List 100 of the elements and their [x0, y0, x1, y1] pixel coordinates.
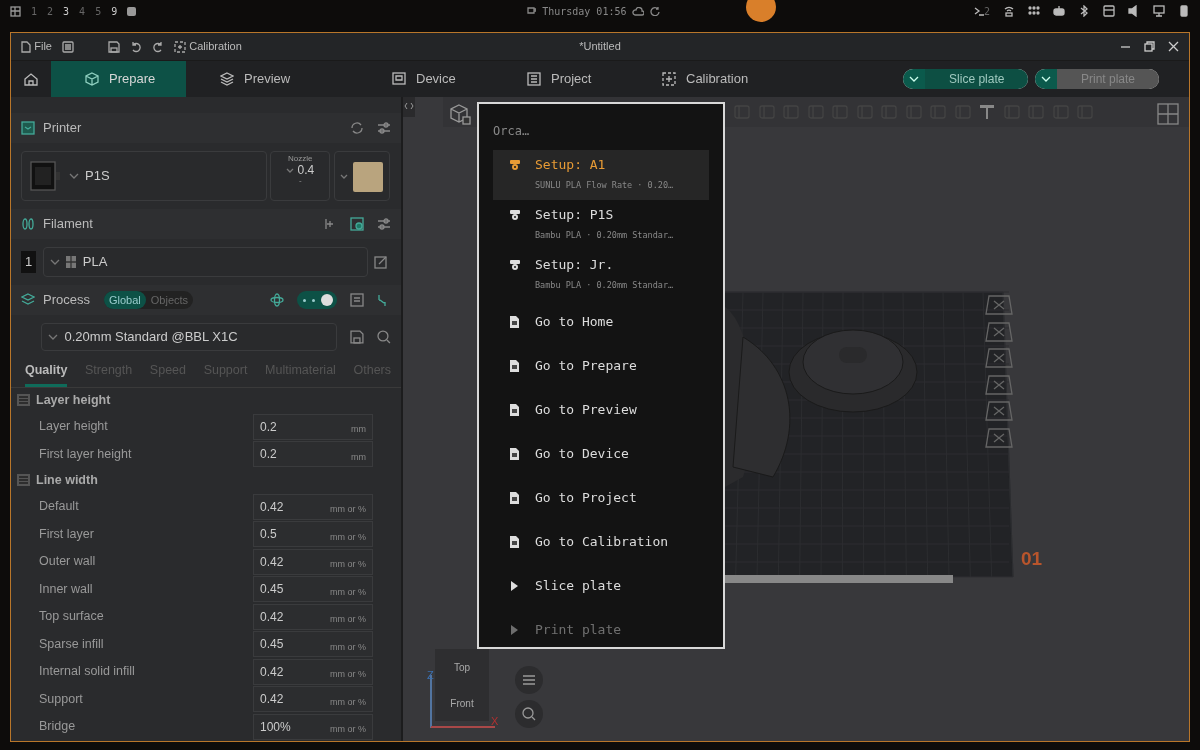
setting-field[interactable]: 0.45 mm or %: [253, 631, 373, 657]
bluetooth-icon[interactable]: [1078, 5, 1090, 17]
document-icon: [509, 492, 521, 504]
setting-field[interactable]: 0.42 mm or %: [253, 548, 373, 575]
preset-selector[interactable]: 0.20mm Standard @BBL X1C: [41, 323, 338, 351]
plate-tool-icon[interactable]: [985, 427, 1013, 448]
menu-button[interactable]: [515, 666, 543, 694]
palette-item[interactable]: Print plate: [493, 608, 709, 647]
plate-tool-icon[interactable]: [985, 348, 1013, 368]
setting-field[interactable]: 0.42 mm or %: [253, 493, 373, 520]
setting-label: Sparse infill: [39, 635, 105, 653]
workspace-button[interactable]: 1: [31, 3, 38, 19]
setting-field[interactable]: 0.2 mm: [253, 413, 373, 440]
tab[interactable]: Project: [493, 61, 628, 97]
list-icon[interactable]: [62, 40, 74, 53]
terminal-count: 2: [983, 4, 990, 19]
setting-label: First layer height: [39, 445, 133, 463]
tab[interactable]: Prepare: [51, 61, 186, 97]
setting-field[interactable]: 100% mm or %: [253, 713, 373, 740]
apps-icon[interactable]: [1028, 5, 1040, 17]
battery-icon[interactable]: [1178, 5, 1190, 17]
document-icon: [509, 316, 521, 328]
plate-tool-icon[interactable]: [985, 295, 1013, 315]
monitor-icon: [392, 72, 406, 86]
save-icon[interactable]: [350, 330, 365, 344]
edit-icon[interactable]: [374, 255, 389, 269]
plate-tool-icon[interactable]: [985, 401, 1013, 421]
palette-item[interactable]: Go to Preview: [493, 388, 709, 432]
palette-title: Orca…: [493, 123, 530, 140]
swatch-icon: [66, 256, 77, 268]
setting-label: Top surface: [39, 608, 105, 626]
palette-item[interactable]: Go to Calibration: [493, 520, 709, 564]
file-menu[interactable]: File: [21, 38, 52, 55]
setting-label: Layer height: [39, 418, 109, 436]
sync-icon[interactable]: [350, 121, 364, 135]
tab[interactable]: Calibration: [628, 61, 763, 97]
text-tool-icon[interactable]: [978, 103, 996, 121]
settings-tab[interactable]: Quality: [25, 359, 68, 387]
setting-label: Outer wall: [39, 553, 97, 571]
setting-label: Bridge: [39, 718, 77, 736]
search-button[interactable]: [515, 700, 543, 728]
chevron-icon: [49, 259, 60, 265]
plate-tool-icon[interactable]: [985, 374, 1013, 395]
action-button[interactable]: Slice plate: [903, 69, 1029, 89]
window-icon[interactable]: [1103, 5, 1115, 17]
sliders-icon[interactable]: [377, 217, 391, 231]
plate-number: 01: [1021, 547, 1043, 571]
palette-item[interactable]: Setup: P1S Bambu PLA · 0.20mm Standar…: [493, 200, 709, 250]
puzzle-icon[interactable]: [1157, 103, 1179, 125]
palette-item[interactable]: Go to Project: [493, 476, 709, 520]
setting-field[interactable]: 0.5 mm or %: [253, 521, 373, 547]
chevron-icon: [68, 173, 79, 179]
undo-icon[interactable]: [130, 40, 142, 53]
setting-field[interactable]: 0.45 mm or %: [253, 576, 373, 602]
close-icon[interactable]: [1168, 41, 1179, 52]
sliders-icon[interactable]: [377, 121, 391, 135]
palette-item[interactable]: Setup: A1 SUNLU PLA Flow Rate · 0.20…: [493, 150, 709, 200]
filament-selector[interactable]: PLA: [42, 247, 368, 277]
nozzle-selector[interactable]: Nozzle 0.4 -: [270, 151, 331, 201]
add-cube-icon[interactable]: [449, 103, 471, 125]
setting-field[interactable]: 0.42 mm or %: [253, 658, 373, 685]
view-cube[interactable]: Top Front: [435, 649, 489, 721]
palette-item[interactable]: Slice plate: [493, 564, 709, 608]
palette-item[interactable]: Go to Prepare: [493, 344, 709, 388]
plate-tool-icon[interactable]: [985, 321, 1013, 342]
list-icon[interactable]: [350, 293, 364, 307]
setting-field[interactable]: 0.42 mm or %: [253, 603, 373, 630]
speaker-icon[interactable]: [1128, 5, 1140, 17]
setting-field[interactable]: 0.2 mm: [253, 441, 373, 467]
plate-selector[interactable]: [333, 151, 390, 201]
tab[interactable]: Preview: [186, 61, 358, 97]
tab[interactable]: Device: [358, 61, 493, 97]
save-icon[interactable]: [108, 40, 120, 53]
palette-item[interactable]: Setup: Jr. Bambu PLA · 0.20mm Standar…: [493, 250, 709, 300]
printer-selector[interactable]: P1S: [21, 151, 267, 201]
setting-label: Inner wall: [39, 580, 94, 598]
search-icon[interactable]: [377, 330, 391, 344]
home-icon[interactable]: [24, 72, 38, 86]
workspace-button[interactable]: 9: [111, 3, 118, 19]
advanced-switch[interactable]: [297, 291, 337, 309]
calibration-button[interactable]: Calibration: [174, 38, 242, 55]
workspace-button[interactable]: 3: [63, 3, 70, 19]
group-icon: [17, 394, 30, 407]
restore-icon[interactable]: [1144, 41, 1155, 52]
setting-field[interactable]: 0.42 mm or %: [253, 686, 373, 712]
spool-icon: [21, 217, 35, 231]
section-title: Filament: [43, 215, 93, 234]
redo-icon[interactable]: [152, 40, 164, 53]
palette-item[interactable]: Go to Home: [493, 300, 709, 344]
group-title: Layer height: [36, 391, 111, 409]
square-icon: [127, 6, 137, 16]
router-icon[interactable]: [1003, 5, 1015, 17]
menu-icon: [522, 674, 536, 686]
monitor-icon[interactable]: [1153, 5, 1165, 17]
grid-icon[interactable]: [10, 5, 21, 17]
setting-label: First layer: [39, 525, 95, 543]
terminal-icon[interactable]: [973, 6, 984, 16]
chevron-icon: [339, 173, 348, 179]
scope-tab[interactable]: Global: [103, 290, 146, 310]
palette-item[interactable]: Go to Device: [493, 432, 709, 476]
